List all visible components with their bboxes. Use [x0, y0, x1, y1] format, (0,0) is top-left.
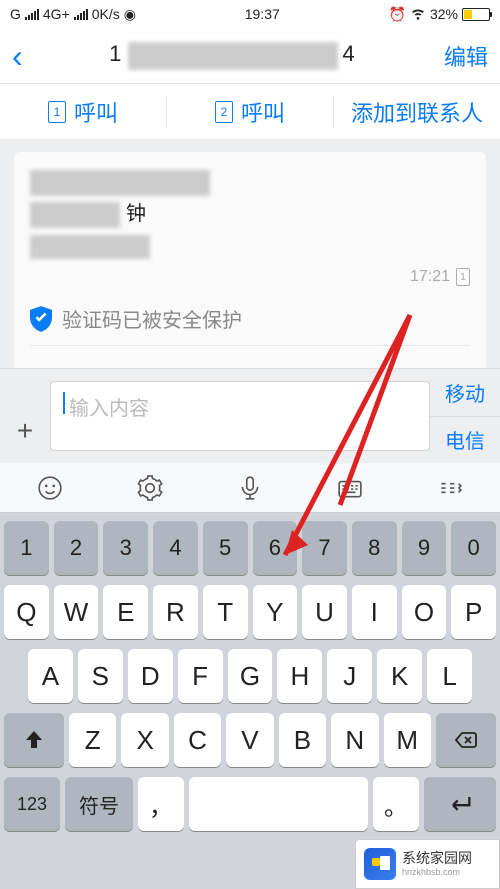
- action-bar: 1 呼叫 2 呼叫 添加到联系人: [0, 84, 500, 140]
- call-sim1-button[interactable]: 1 呼叫: [0, 96, 167, 128]
- message-area: 钟 17:21 1 验证码已被安全保护 复制验证码: [0, 140, 500, 407]
- key-j[interactable]: J: [327, 649, 372, 703]
- letter-row-3: ZXCVBNM: [4, 713, 496, 767]
- key-w[interactable]: W: [54, 585, 99, 639]
- bottom-row: 123 符号 ， 。: [4, 777, 496, 831]
- shift-key[interactable]: [4, 713, 64, 767]
- page-title: 14: [23, 41, 444, 69]
- network-label: G: [10, 6, 21, 22]
- wifi-icon: [410, 5, 426, 24]
- letter-row-2: ASDFGHJKL: [4, 649, 496, 703]
- nav-bar: ‹ 14 编辑: [0, 28, 500, 84]
- key-9[interactable]: 9: [402, 521, 447, 575]
- signal-icon-2: [74, 8, 88, 20]
- enter-key[interactable]: [424, 777, 496, 831]
- key-1[interactable]: 1: [4, 521, 49, 575]
- symbols-key[interactable]: 符号: [65, 777, 133, 831]
- key-a[interactable]: A: [28, 649, 73, 703]
- space-key[interactable]: [189, 777, 368, 831]
- key-s[interactable]: S: [78, 649, 123, 703]
- key-x[interactable]: X: [121, 713, 168, 767]
- keyboard-switch-button[interactable]: [300, 475, 400, 501]
- number-row: 1234567890: [4, 521, 496, 575]
- status-bar: G 4G+ 0K/s ◉ 19:37 ⏰ 32%: [0, 0, 500, 28]
- watermark: 系统家园网hnzkhbsb.com: [355, 839, 500, 889]
- key-g[interactable]: G: [228, 649, 273, 703]
- key-o[interactable]: O: [402, 585, 447, 639]
- emoji-button[interactable]: [0, 475, 100, 501]
- back-button[interactable]: ‹: [12, 40, 23, 72]
- carrier-mobile-button[interactable]: 移动: [430, 369, 500, 417]
- key-r[interactable]: R: [153, 585, 198, 639]
- speed-label: 0K/s: [92, 6, 120, 22]
- call-sim2-button[interactable]: 2 呼叫: [167, 96, 334, 128]
- key-p[interactable]: P: [451, 585, 496, 639]
- key-z[interactable]: Z: [69, 713, 116, 767]
- key-b[interactable]: B: [279, 713, 326, 767]
- alarm-icon: ⏰: [389, 6, 406, 23]
- numeric-key[interactable]: 123: [4, 777, 60, 831]
- key-c[interactable]: C: [174, 713, 221, 767]
- battery-pct: 32%: [430, 6, 458, 22]
- backspace-key[interactable]: [436, 713, 496, 767]
- attach-button[interactable]: +: [0, 415, 50, 463]
- key-i[interactable]: I: [352, 585, 397, 639]
- key-t[interactable]: T: [203, 585, 248, 639]
- key-3[interactable]: 3: [103, 521, 148, 575]
- key-q[interactable]: Q: [4, 585, 49, 639]
- key-4[interactable]: 4: [153, 521, 198, 575]
- watermark-logo-icon: [364, 848, 396, 880]
- comma-key[interactable]: ，: [138, 777, 184, 831]
- key-k[interactable]: K: [377, 649, 422, 703]
- key-6[interactable]: 6: [253, 521, 298, 575]
- key-m[interactable]: M: [384, 713, 431, 767]
- letter-row-1: QWERTYUIOP: [4, 585, 496, 639]
- key-u[interactable]: U: [302, 585, 347, 639]
- message-time: 17:21 1: [30, 262, 470, 292]
- carrier-telecom-button[interactable]: 电信: [430, 417, 500, 464]
- key-f[interactable]: F: [178, 649, 223, 703]
- settings-button[interactable]: [100, 475, 200, 501]
- voice-button[interactable]: [200, 475, 300, 501]
- key-v[interactable]: V: [226, 713, 273, 767]
- key-2[interactable]: 2: [54, 521, 99, 575]
- key-h[interactable]: H: [277, 649, 322, 703]
- sim-icon: 1: [456, 268, 470, 286]
- sim1-icon: 1: [48, 101, 66, 123]
- key-l[interactable]: L: [427, 649, 472, 703]
- keyboard: 1234567890 QWERTYUIOP ASDFGHJKL ZXCVBNM …: [0, 463, 500, 889]
- message-input[interactable]: 输入内容: [50, 381, 430, 451]
- key-d[interactable]: D: [128, 649, 173, 703]
- key-0[interactable]: 0: [451, 521, 496, 575]
- sim2-icon: 2: [215, 101, 233, 123]
- key-8[interactable]: 8: [352, 521, 397, 575]
- key-n[interactable]: N: [331, 713, 378, 767]
- input-area: + 输入内容 移动 电信: [0, 368, 500, 463]
- key-5[interactable]: 5: [203, 521, 248, 575]
- keyboard-toolbar: [0, 463, 500, 513]
- key-e[interactable]: E: [103, 585, 148, 639]
- clock: 19:37: [245, 6, 280, 22]
- signal-icon: [25, 8, 39, 20]
- wechat-icon: ◉: [124, 6, 136, 23]
- more-button[interactable]: [400, 475, 500, 501]
- key-7[interactable]: 7: [302, 521, 347, 575]
- secure-notice: 验证码已被安全保护: [30, 292, 470, 345]
- message-text: 钟: [30, 166, 470, 262]
- battery-icon: [462, 8, 490, 21]
- network-label-2: 4G+: [43, 6, 70, 22]
- key-y[interactable]: Y: [253, 585, 298, 639]
- carrier-selector: 移动 电信: [430, 369, 500, 463]
- period-key[interactable]: 。: [373, 777, 419, 831]
- add-contact-button[interactable]: 添加到联系人: [334, 96, 500, 128]
- shield-icon: [30, 306, 52, 332]
- edit-button[interactable]: 编辑: [444, 40, 488, 72]
